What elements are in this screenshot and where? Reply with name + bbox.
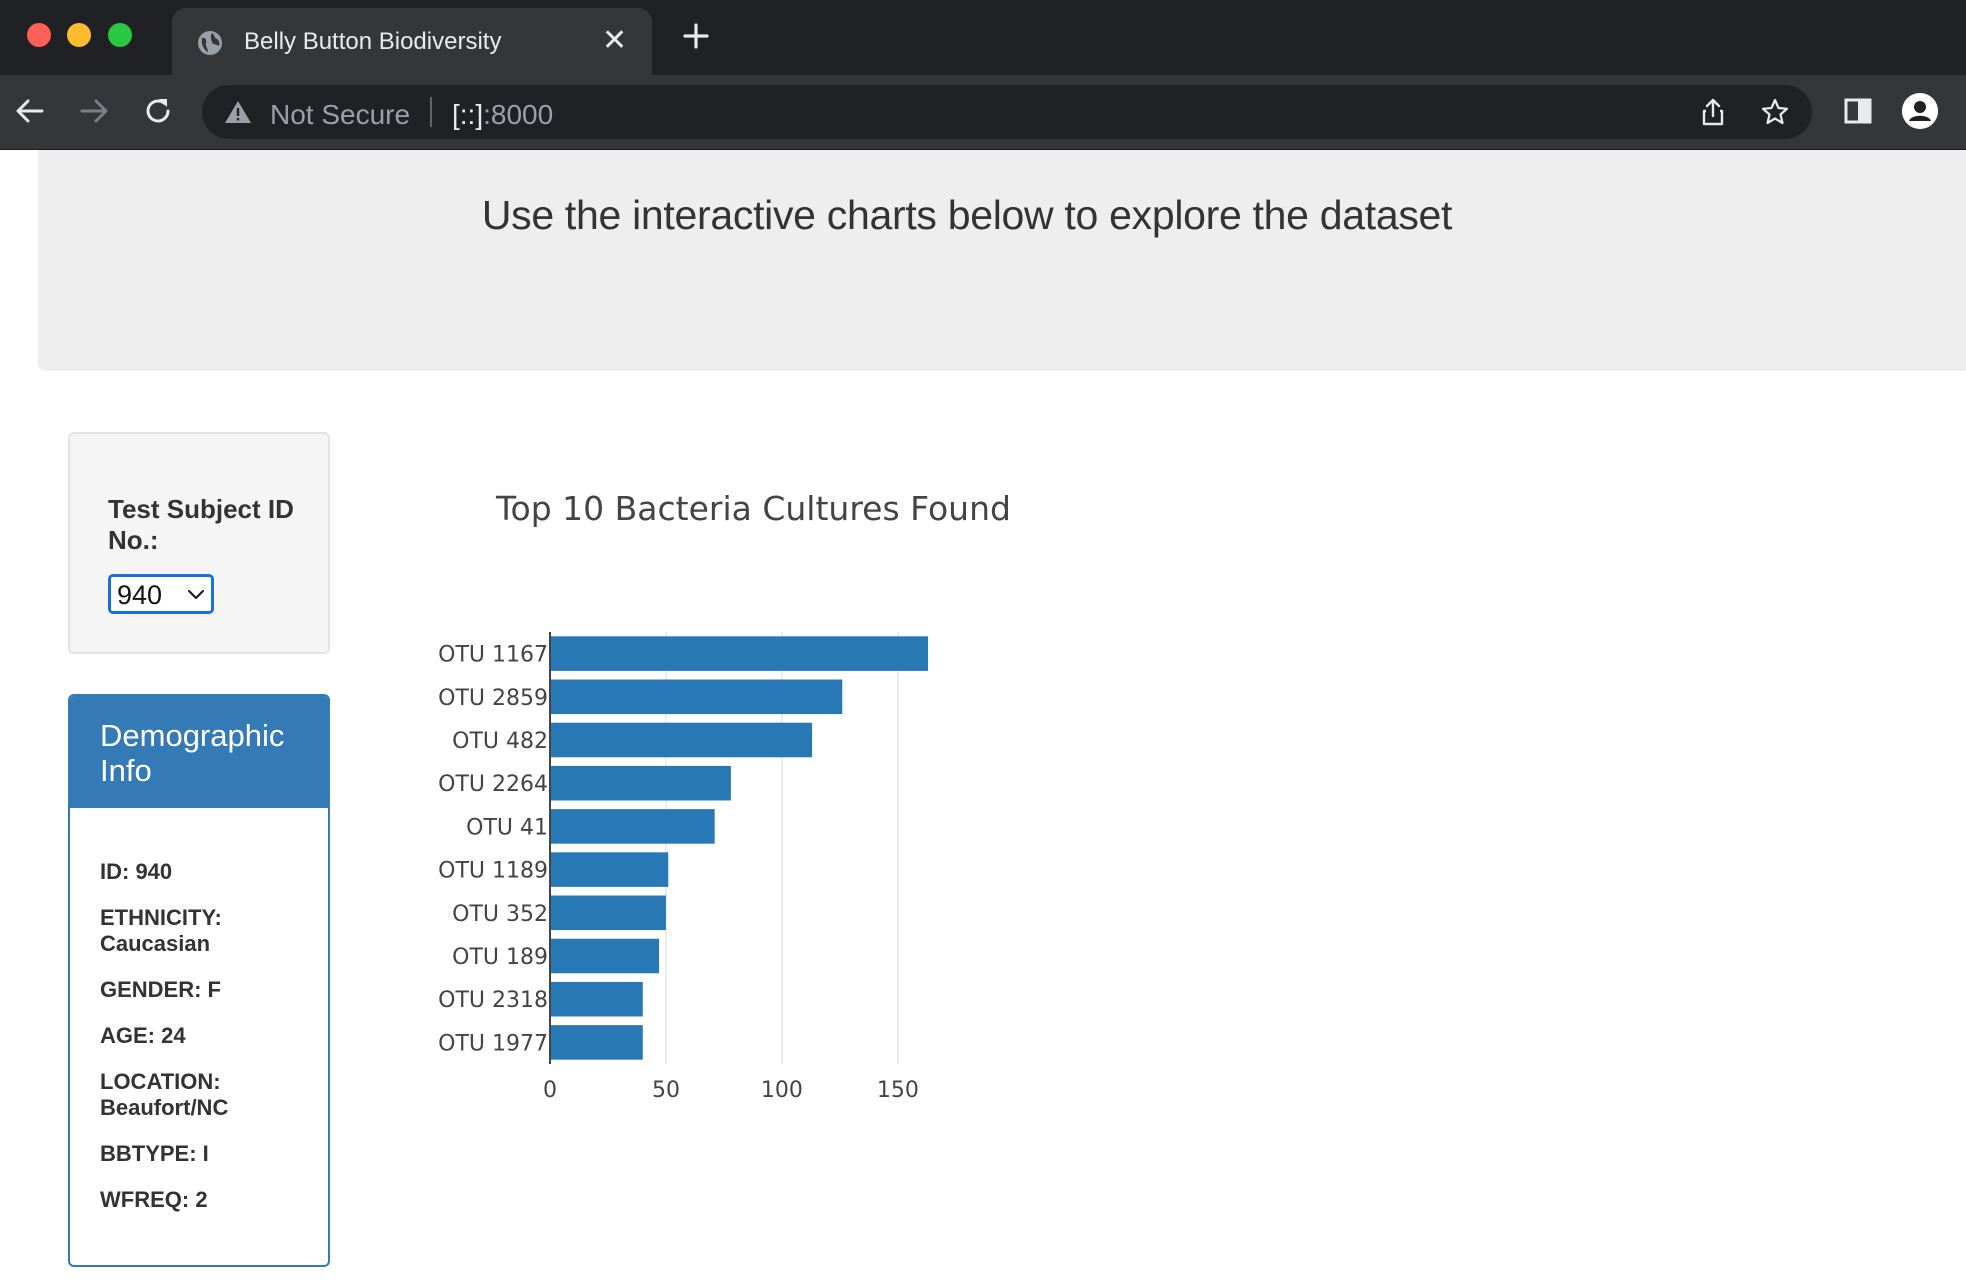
chart-bar[interactable]: [550, 895, 666, 931]
chevron-down-icon: [187, 589, 205, 600]
chart-x-tick-labels: 0 50 100 150: [543, 1078, 919, 1103]
browser-tab[interactable]: Belly Button Biodiversity ✕: [172, 8, 652, 75]
selected-subject-id: 940: [117, 580, 163, 610]
url-text[interactable]: [::]:8000: [452, 99, 553, 131]
chart-bar[interactable]: [550, 938, 660, 974]
page-subtitle: Use the interactive charts below to expl…: [481, 192, 1453, 238]
subject-id-select[interactable]: 940: [108, 574, 214, 614]
demographic-info-body: ID: 940 ETHNICITY: Caucasian GENDER: F A…: [100, 859, 320, 1233]
omnibox-divider: [430, 97, 432, 127]
info-wfreq: WFREQ: 2: [100, 1187, 208, 1212]
chart-bar[interactable]: [550, 765, 731, 801]
x-tick-label: 100: [761, 1078, 803, 1103]
info-bbtype: BBTYPE: I: [100, 1141, 209, 1166]
jumbotron: Use the interactive charts below to expl…: [38, 150, 1966, 371]
y-tick-label: OTU 2859: [438, 686, 548, 711]
chart-bar[interactable]: [550, 1025, 643, 1060]
minimize-window-button[interactable]: [67, 23, 91, 47]
selector-label: Test Subject ID No.:: [108, 494, 294, 555]
browser-tabstrip: Belly Button Biodiversity ✕: [0, 0, 1966, 75]
chart-bars: [550, 636, 929, 1060]
x-tick-label: 150: [877, 1078, 919, 1103]
chart-bar[interactable]: [550, 722, 813, 758]
chart-bar[interactable]: [550, 981, 643, 1017]
chart-y-tick-labels: OTU 1167 OTU 2859 OTU 482 OTU 2264 OTU 41 OTU…: [438, 643, 548, 1057]
x-tick-label: 50: [652, 1078, 680, 1103]
panel-title: Demographic Info: [100, 718, 285, 788]
info-ethnicity: ETHNICITY: Caucasian: [100, 905, 222, 956]
share-icon[interactable]: [1698, 97, 1728, 127]
info-location: LOCATION: Beaufort/NC: [100, 1069, 229, 1120]
url-host: [::]: [452, 99, 484, 130]
x-tick-label: 0: [543, 1078, 557, 1103]
info-id: ID: 940: [100, 859, 173, 884]
new-tab-icon[interactable]: [680, 20, 712, 52]
chart-bar[interactable]: [550, 852, 669, 887]
demographic-info-panel: Demographic Info ID: 940 ETHNICITY: Cauc…: [68, 694, 330, 1267]
info-gender: GENDER: F: [100, 977, 221, 1002]
close-window-button[interactable]: [27, 23, 51, 47]
y-tick-label: OTU 352: [452, 902, 548, 927]
globe-icon: [198, 31, 222, 55]
y-tick-label: OTU 1189: [438, 859, 548, 884]
y-tick-label: OTU 189: [452, 945, 548, 970]
close-tab-icon[interactable]: ✕: [602, 26, 627, 56]
chart-bar[interactable]: [550, 636, 929, 671]
y-tick-label: OTU 2264: [438, 772, 548, 797]
profile-avatar-icon[interactable]: [1902, 93, 1938, 129]
address-bar[interactable]: Not Secure [::]:8000: [202, 85, 1812, 139]
side-panel-icon[interactable]: [1840, 93, 1876, 129]
back-arrow-icon[interactable]: [12, 93, 48, 129]
y-tick-label: OTU 2318: [438, 988, 548, 1013]
bookmark-star-icon[interactable]: [1760, 97, 1790, 127]
maximize-window-button[interactable]: [108, 23, 132, 47]
top-bacteria-bar-chart: Top 10 Bacteria Cultures Found OTU 1167O…: [438, 489, 1011, 1103]
info-age: AGE: 24: [100, 1023, 186, 1048]
y-tick-label: OTU 1977: [438, 1031, 548, 1056]
chart-title: Top 10 Bacteria Cultures Found: [495, 489, 1011, 528]
browser-toolbar: Not Secure [::]:8000: [0, 75, 1966, 150]
url-port: :8000: [483, 99, 554, 130]
chart-bar[interactable]: [550, 679, 843, 715]
security-label[interactable]: Not Secure: [270, 99, 410, 131]
y-tick-label: OTU 482: [452, 729, 548, 754]
warning-icon[interactable]: [224, 99, 252, 125]
y-tick-label: OTU 41: [466, 815, 548, 840]
forward-arrow-icon[interactable]: [76, 93, 112, 129]
y-tick-label: OTU 1167: [438, 643, 548, 668]
subject-selector-well: Test Subject ID No.: 940: [68, 432, 330, 654]
panel-heading: Demographic Info: [70, 696, 328, 808]
reload-icon[interactable]: [140, 93, 176, 129]
tab-title: Belly Button Biodiversity: [244, 28, 502, 55]
chart-bar[interactable]: [550, 809, 715, 844]
